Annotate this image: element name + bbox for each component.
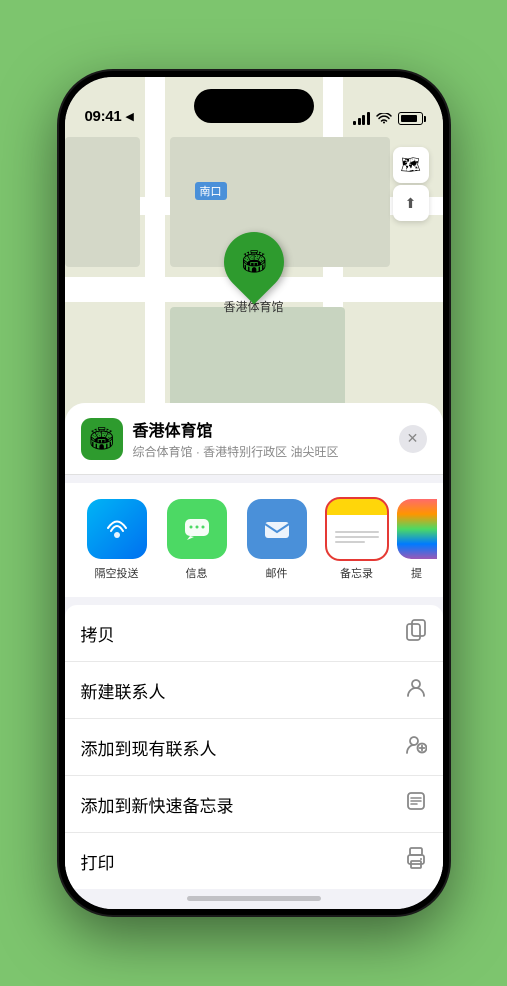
phone-screen: 09:41 ◀	[65, 77, 443, 909]
action-print[interactable]: 打印	[65, 833, 443, 889]
map-label-nankou: 南口	[195, 182, 227, 200]
map-type-icon: 🗺	[400, 155, 420, 175]
phone-frame: 09:41 ◀	[59, 71, 449, 915]
map-type-button[interactable]: 🗺	[393, 147, 429, 183]
status-time: 09:41	[85, 108, 122, 125]
status-icons	[353, 112, 423, 125]
venue-close-button[interactable]: ✕	[399, 425, 427, 453]
add-contact-icon	[405, 733, 427, 761]
share-item-more[interactable]: 提	[397, 499, 437, 581]
venue-header: 🏟 香港体育馆 综合体育馆 · 香港特别行政区 油尖旺区 ✕	[65, 403, 443, 475]
mail-icon	[247, 499, 307, 559]
action-quick-note[interactable]: 添加到新快速备忘录	[65, 776, 443, 833]
pin-stadium-icon: 🏟	[240, 249, 268, 275]
venue-name: 香港体育馆	[133, 417, 389, 441]
venue-emoji-icon: 🏟	[88, 426, 116, 452]
wifi-icon	[376, 113, 392, 125]
location-arrow-icon: ◀	[125, 110, 133, 123]
location-icon: ⬆	[405, 195, 417, 212]
share-item-airdrop[interactable]: 隔空投送	[77, 499, 157, 581]
location-button[interactable]: ⬆	[393, 185, 429, 221]
venue-info: 香港体育馆 综合体育馆 · 香港特别行政区 油尖旺区	[133, 417, 389, 460]
message-icon	[167, 499, 227, 559]
action-copy-label: 拷贝	[81, 621, 115, 646]
notes-icon	[327, 499, 387, 559]
action-new-contact-label: 新建联系人	[81, 678, 166, 703]
map-controls: 🗺 ⬆	[393, 147, 429, 221]
share-row: 隔空投送 信息	[65, 483, 443, 597]
action-print-label: 打印	[81, 849, 115, 874]
location-pin: 🏟 香港体育馆	[223, 232, 283, 315]
action-quick-note-label: 添加到新快速备忘录	[81, 792, 234, 817]
battery-icon	[398, 112, 423, 125]
action-add-contact-label: 添加到现有联系人	[81, 735, 217, 760]
share-item-mail[interactable]: 邮件	[237, 499, 317, 581]
bottom-sheet: 🏟 香港体育馆 综合体育馆 · 香港特别行政区 油尖旺区 ✕	[65, 403, 443, 909]
action-add-contact[interactable]: 添加到现有联系人	[65, 719, 443, 776]
signal-bars-icon	[353, 113, 370, 125]
venue-icon: 🏟	[81, 418, 123, 460]
pin-circle: 🏟	[211, 220, 296, 305]
home-indicator	[187, 896, 321, 901]
message-label: 信息	[186, 565, 208, 581]
venue-description: 综合体育馆 · 香港特别行政区 油尖旺区	[133, 443, 389, 460]
quick-note-icon	[405, 790, 427, 818]
action-list: 拷贝 新建联系人	[65, 605, 443, 889]
airdrop-label: 隔空投送	[95, 565, 139, 581]
print-icon	[405, 847, 427, 875]
share-item-message[interactable]: 信息	[157, 499, 237, 581]
dynamic-island	[194, 89, 314, 123]
copy-icon	[405, 619, 427, 647]
airdrop-icon	[87, 499, 147, 559]
share-item-notes[interactable]: 备忘录	[317, 499, 397, 581]
action-new-contact[interactable]: 新建联系人	[65, 662, 443, 719]
notes-label: 备忘录	[340, 565, 373, 581]
more-label: 提	[411, 565, 422, 581]
mail-label: 邮件	[266, 565, 288, 581]
action-copy[interactable]: 拷贝	[65, 605, 443, 662]
new-contact-icon	[405, 676, 427, 704]
